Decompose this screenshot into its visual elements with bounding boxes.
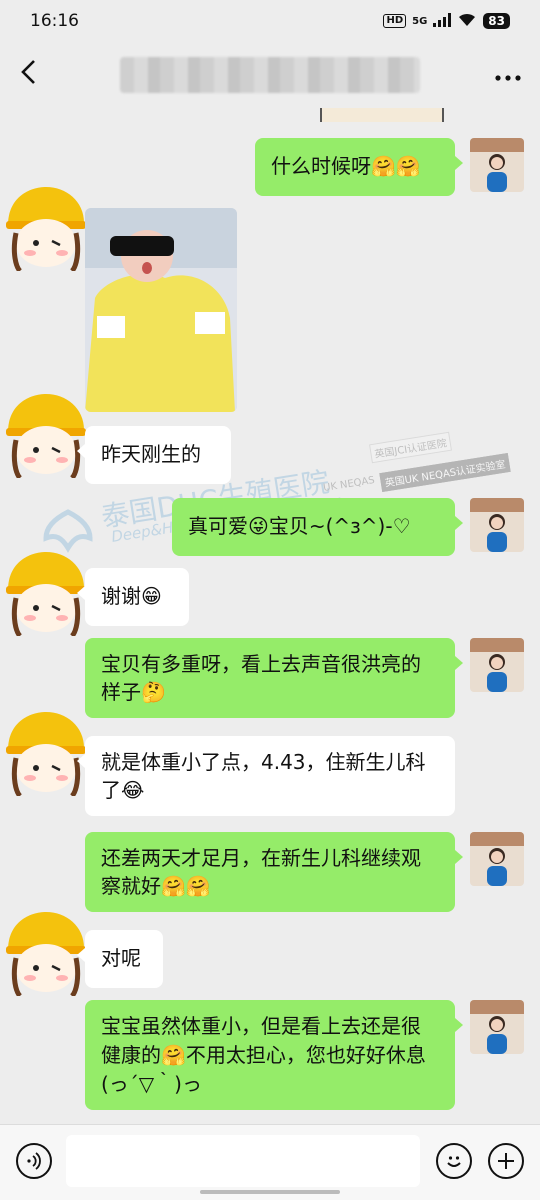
input-bar (0, 1124, 540, 1200)
emoji-icon (447, 1156, 461, 1167)
message-bubble-sent[interactable]: 宝贝有多重呀，看上去声音很洪亮的样子🤔 (85, 638, 463, 718)
voice-button[interactable] (16, 1143, 52, 1179)
contact-avatar[interactable] (0, 390, 88, 480)
plus-icon (498, 1153, 514, 1169)
message-bubble-received[interactable]: 对呢 (77, 930, 163, 988)
message-bubble-received[interactable]: 就是体重小了点，4.43，住新生儿科了😂 (77, 736, 455, 816)
plus-button[interactable] (488, 1143, 524, 1179)
battery-icon: 83 (483, 13, 510, 29)
status-icons: HD 5G 83 (383, 12, 510, 30)
contact-avatar[interactable] (0, 183, 88, 273)
my-avatar[interactable] (470, 638, 524, 692)
message-bubble-received[interactable]: 谢谢😁 (77, 568, 189, 626)
contact-avatar[interactable] (0, 708, 88, 798)
chat-area[interactable]: 泰国DHC生殖医院 Deep&Harmonicare IVF Center 英国… (0, 108, 540, 1124)
voice-icon (27, 1152, 41, 1170)
back-button[interactable] (18, 59, 54, 91)
ellipsis-icon (495, 74, 521, 81)
previous-image-edge (320, 108, 444, 122)
my-avatar[interactable] (470, 1000, 524, 1054)
message-bubble-received[interactable]: 昨天刚生的 (77, 426, 231, 484)
my-avatar[interactable] (470, 138, 524, 192)
status-bar: 16:16 HD 5G 83 (0, 0, 540, 42)
status-time: 16:16 (30, 11, 79, 31)
contact-avatar[interactable] (0, 908, 88, 998)
chat-header (0, 42, 540, 108)
network-label: 5G (412, 15, 428, 27)
more-button[interactable] (486, 63, 522, 88)
message-bubble-sent[interactable]: 还差两天才足月，在新生儿科继续观察就好🤗🤗 (85, 832, 463, 912)
contact-avatar[interactable] (0, 548, 88, 638)
wifi-icon (457, 12, 477, 30)
chevron-left-icon (21, 60, 35, 84)
message-bubble-sent[interactable]: 宝宝虽然体重小，但是看上去还是很健康的🤗不用太担心，您也好好休息(っ´▽｀)っ (85, 1000, 463, 1110)
chat-title-blurred (120, 57, 420, 93)
watermark-tag-neqas: 英国UK NEQAS认证实验室 (379, 452, 511, 493)
watermark-tag-uk: UK NEQAS (322, 475, 376, 494)
image-message[interactable] (85, 208, 237, 412)
message-input[interactable] (66, 1135, 420, 1187)
message-bubble-sent[interactable]: 什么时候呀🤗🤗 (255, 138, 463, 196)
message-bubble-sent[interactable]: 真可爱😜宝贝~(^з^)-♡ (172, 498, 463, 556)
my-avatar[interactable] (470, 832, 524, 886)
home-indicator[interactable] (200, 1190, 340, 1194)
signal-icon (433, 12, 452, 30)
my-avatar[interactable] (470, 498, 524, 552)
watermark-tag-jci: 英国JCI认证医院 (369, 431, 452, 464)
hd-icon: HD (383, 14, 407, 28)
emoji-button[interactable] (436, 1143, 472, 1179)
